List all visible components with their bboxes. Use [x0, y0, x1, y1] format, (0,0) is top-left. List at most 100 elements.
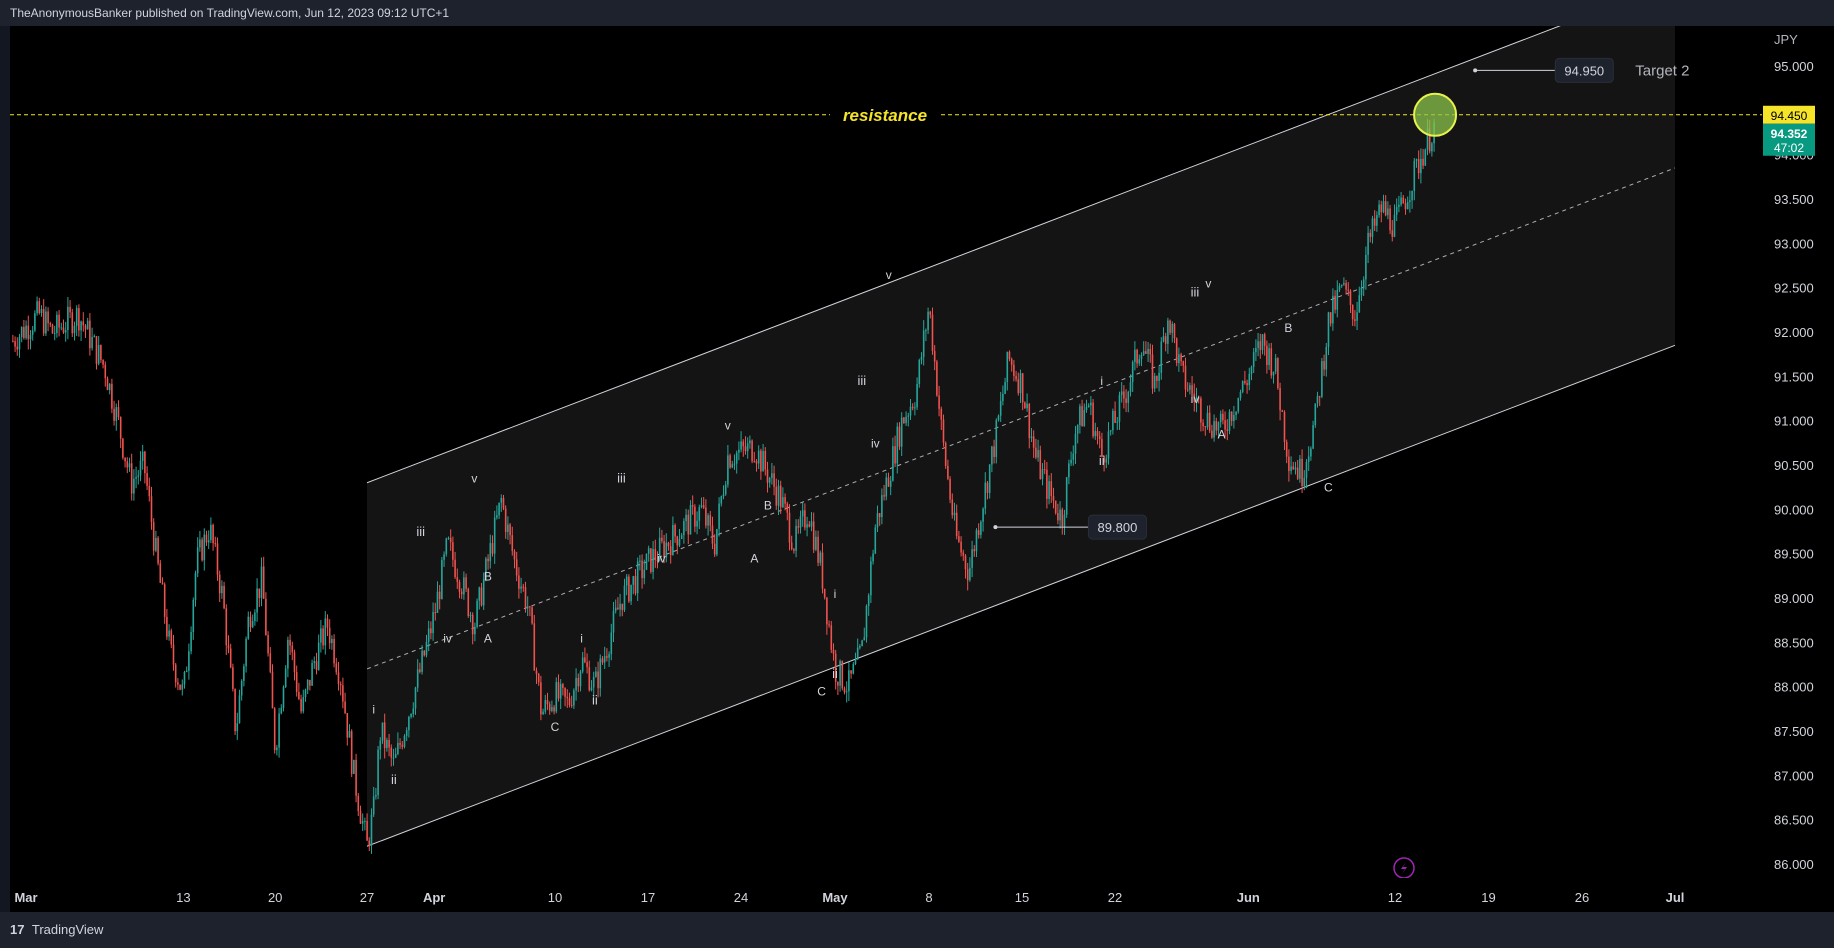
candle-body	[1382, 201, 1385, 213]
candle-body	[1087, 405, 1090, 407]
candle-body	[234, 688, 236, 732]
candle-body	[874, 527, 877, 554]
candle-body	[243, 666, 245, 681]
candle-body	[496, 515, 498, 518]
candle-body	[487, 558, 489, 562]
candle-body	[1230, 411, 1233, 422]
candle-body	[1109, 430, 1112, 432]
candle-body	[1371, 218, 1374, 237]
candle-body	[474, 626, 476, 635]
candle-body	[808, 524, 811, 527]
candle-body	[1338, 285, 1341, 291]
candle-body	[1323, 361, 1325, 370]
candle-body	[353, 759, 355, 774]
chart-svg[interactable]: resistanceiiiiiiivvABCiiiiiiivvABCiiiiii…	[0, 0, 1834, 948]
candle-body	[280, 707, 283, 714]
candle-body	[364, 820, 366, 822]
candle-body	[1389, 208, 1391, 231]
wave-label-v: v	[725, 419, 731, 433]
candle-body	[269, 653, 272, 672]
candle-body	[117, 407, 120, 418]
candle-body	[918, 360, 921, 384]
candle-body	[1171, 323, 1174, 333]
candle-body	[1160, 341, 1163, 373]
candle-body	[1002, 393, 1004, 401]
candle-body	[489, 543, 492, 562]
resistance-price-label: 94.450	[1771, 109, 1808, 123]
candle-body	[925, 330, 927, 332]
candle-body	[718, 503, 720, 529]
candle-body	[966, 569, 969, 581]
candle-body	[746, 443, 749, 452]
candle-body	[124, 457, 126, 462]
candle-body	[586, 662, 588, 668]
candle-body	[1266, 345, 1268, 366]
candle-body	[859, 646, 861, 648]
candle-body	[20, 327, 23, 337]
candle-body	[1167, 320, 1169, 344]
candle-body	[744, 446, 747, 452]
candle-body	[1017, 379, 1020, 394]
candle-body	[51, 324, 54, 334]
candle-body	[570, 705, 573, 707]
candle-body	[929, 311, 932, 315]
candle-body	[504, 508, 507, 532]
candle-body	[542, 711, 544, 715]
target-label: Target 2	[1635, 62, 1689, 79]
candle-body	[1024, 402, 1026, 409]
candle-body	[45, 311, 47, 334]
candle-body	[936, 361, 938, 396]
wave-label-ii: ii	[592, 692, 598, 707]
wave-label-C: C	[551, 720, 560, 734]
x-tick-label-15: 26	[1575, 890, 1589, 905]
candle-body	[577, 677, 580, 687]
candle-body	[617, 607, 619, 610]
candle-body	[309, 679, 311, 686]
y-tick-label-13: 92.500	[1774, 281, 1814, 296]
candle-body	[159, 563, 162, 583]
candle-body	[265, 598, 267, 636]
candle-body	[1274, 358, 1277, 372]
candle-body	[1026, 403, 1028, 409]
candle-body	[1074, 433, 1077, 454]
y-tick-label-0: 86.000	[1774, 857, 1814, 872]
candle-body	[434, 612, 437, 614]
candle-body	[786, 503, 789, 513]
candle-body	[1131, 362, 1134, 383]
candle-body	[669, 546, 672, 555]
wave-label-B: B	[764, 498, 772, 512]
candle-body	[152, 522, 155, 551]
currency-label: JPY	[1774, 32, 1798, 47]
candle-body	[315, 661, 318, 670]
candle-body	[636, 561, 639, 594]
candle-body	[612, 611, 615, 633]
candle-body	[1030, 436, 1033, 439]
candle-body	[889, 480, 892, 487]
candle-body	[735, 452, 738, 464]
candle-body	[905, 416, 907, 424]
candle-body	[986, 482, 989, 493]
candle-body	[1329, 312, 1332, 324]
candle-body	[1303, 477, 1306, 486]
candle-body	[823, 588, 826, 598]
x-tick-label-6: 17	[641, 890, 655, 905]
candle-body	[540, 682, 542, 715]
candle-body	[1208, 412, 1211, 431]
candle-body	[313, 661, 316, 664]
candle-body	[1140, 354, 1143, 360]
candle-body	[920, 356, 923, 361]
candle-body	[991, 446, 993, 465]
candle-body	[980, 521, 982, 535]
candle-body	[854, 659, 857, 665]
candle-body	[700, 505, 703, 508]
candle-body	[731, 464, 734, 468]
candle-body	[122, 438, 124, 458]
candle-body	[958, 536, 960, 542]
candle-body	[460, 591, 463, 595]
candle-body	[1019, 373, 1022, 394]
x-tick-label-0: Mar	[14, 890, 37, 905]
candle-body	[799, 516, 802, 528]
candle-body	[1136, 349, 1138, 364]
candle-body	[606, 656, 608, 658]
candle-body	[1107, 431, 1110, 459]
